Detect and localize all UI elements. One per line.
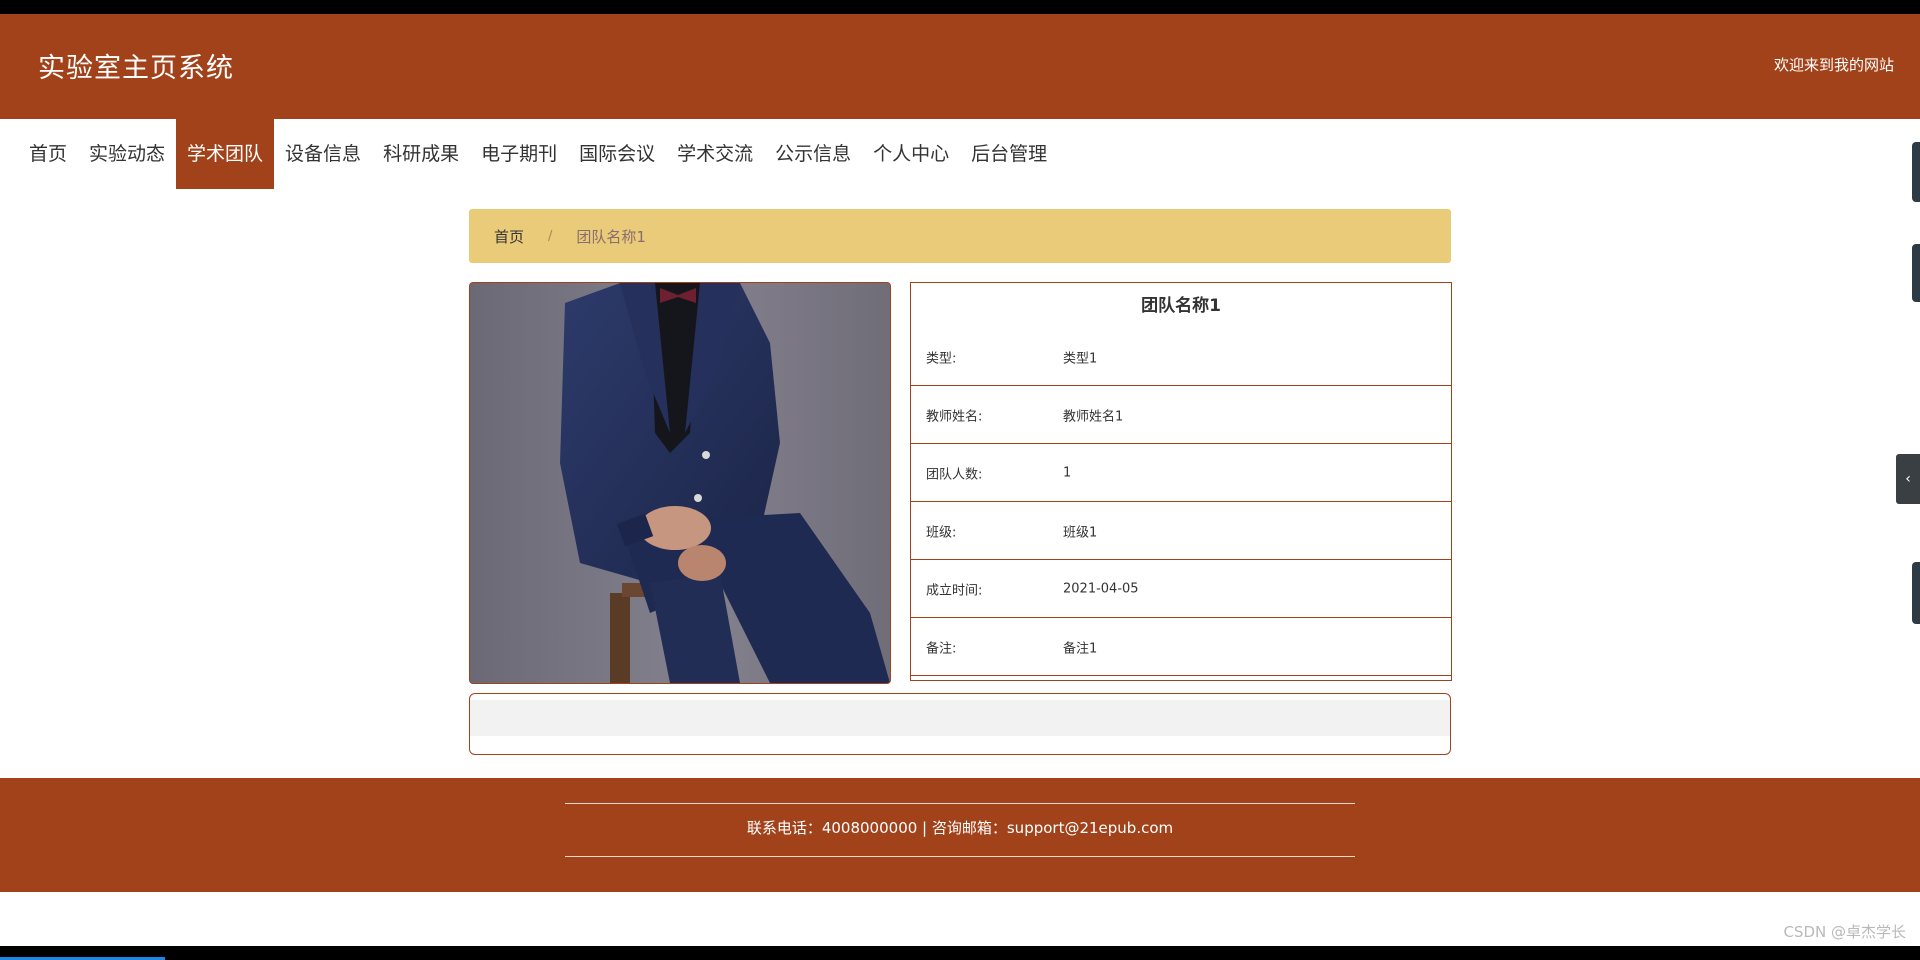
nav-item-research[interactable]: 科研成果 (372, 119, 470, 189)
breadcrumb-separator: / (548, 228, 553, 244)
detail-row: 成立时间: 2021-04-05 (911, 560, 1451, 618)
nav-item-lab-news[interactable]: 实验动态 (78, 119, 176, 189)
detail-label: 教师姓名: (926, 409, 983, 424)
team-detail-title: 团队名称1 (1141, 296, 1221, 316)
chevron-left-icon[interactable]: ‹ (1896, 454, 1920, 504)
site-header: 实验室主页系统 欢迎来到我的网站 (0, 14, 1920, 119)
nav-item-home[interactable]: 首页 (18, 119, 78, 189)
detail-value: 2021-04-05 (1063, 581, 1139, 596)
main-nav: 首页 实验动态 学术团队 设备信息 科研成果 电子期刊 国际会议 学术交流 公示… (18, 119, 1058, 189)
breadcrumb: 首页 / 团队名称1 (469, 209, 1451, 263)
watermark: CSDN @卓杰学长 (1783, 923, 1906, 941)
detail-label: 成立时间: (926, 583, 983, 598)
detail-label: 班级: (926, 525, 957, 540)
nav-item-academic-team[interactable]: 学术团队 (176, 119, 275, 189)
breadcrumb-home[interactable]: 首页 (494, 226, 524, 247)
detail-value: 类型1 (1063, 351, 1098, 367)
detail-label: 备注: (926, 641, 957, 656)
detail-row: 团队人数: 1 (911, 444, 1451, 502)
edge-widget[interactable] (1912, 562, 1920, 624)
edge-widget[interactable] (1912, 142, 1920, 202)
detail-value: 班级1 (1063, 525, 1098, 540)
detail-value: 备注1 (1063, 641, 1098, 656)
footer-divider (565, 803, 1355, 804)
nav-item-journals[interactable]: 电子期刊 (470, 119, 568, 189)
site-footer: 联系电话：4008000000 | 咨询邮箱：support@21epub.co… (0, 778, 1920, 892)
site-title[interactable]: 实验室主页系统 (38, 46, 234, 85)
footer-contact: 联系电话：4008000000 | 咨询邮箱：support@21epub.co… (746, 819, 1174, 837)
detail-row: 班级: 班级1 (911, 502, 1451, 560)
detail-row: 类型: 类型1 (911, 329, 1451, 386)
detail-label: 团队人数: (926, 467, 983, 482)
edge-widget[interactable] (1912, 244, 1920, 302)
content-area (470, 700, 1450, 736)
nav-item-admin[interactable]: 后台管理 (960, 119, 1058, 189)
breadcrumb-current: 团队名称1 (576, 227, 646, 246)
nav-item-notices[interactable]: 公示信息 (764, 119, 862, 189)
browser-viewport: 实验室主页系统 欢迎来到我的网站 首页 实验动态 学术团队 设备信息 科研成果 … (0, 14, 1920, 946)
nav-item-equipment[interactable]: 设备信息 (274, 119, 372, 189)
team-content-box (469, 693, 1451, 755)
detail-value: 教师姓名1 (1063, 409, 1124, 424)
team-photo (469, 282, 891, 684)
nav-item-conferences[interactable]: 国际会议 (568, 119, 666, 189)
team-detail-panel: 团队名称1 类型: 类型1 教师姓名: 教师姓名1 团队人数: 1 班级: 班级… (910, 282, 1452, 681)
detail-row: 教师姓名: 教师姓名1 (911, 386, 1451, 444)
footer-divider (565, 856, 1355, 857)
team-photo-image (470, 283, 890, 683)
detail-value: 1 (1063, 465, 1072, 480)
detail-row: 备注: 备注1 (911, 618, 1451, 676)
detail-label: 类型: (926, 351, 957, 367)
nav-item-exchange[interactable]: 学术交流 (666, 119, 764, 189)
welcome-text: 欢迎来到我的网站 (1773, 56, 1894, 74)
nav-item-profile[interactable]: 个人中心 (862, 119, 960, 189)
